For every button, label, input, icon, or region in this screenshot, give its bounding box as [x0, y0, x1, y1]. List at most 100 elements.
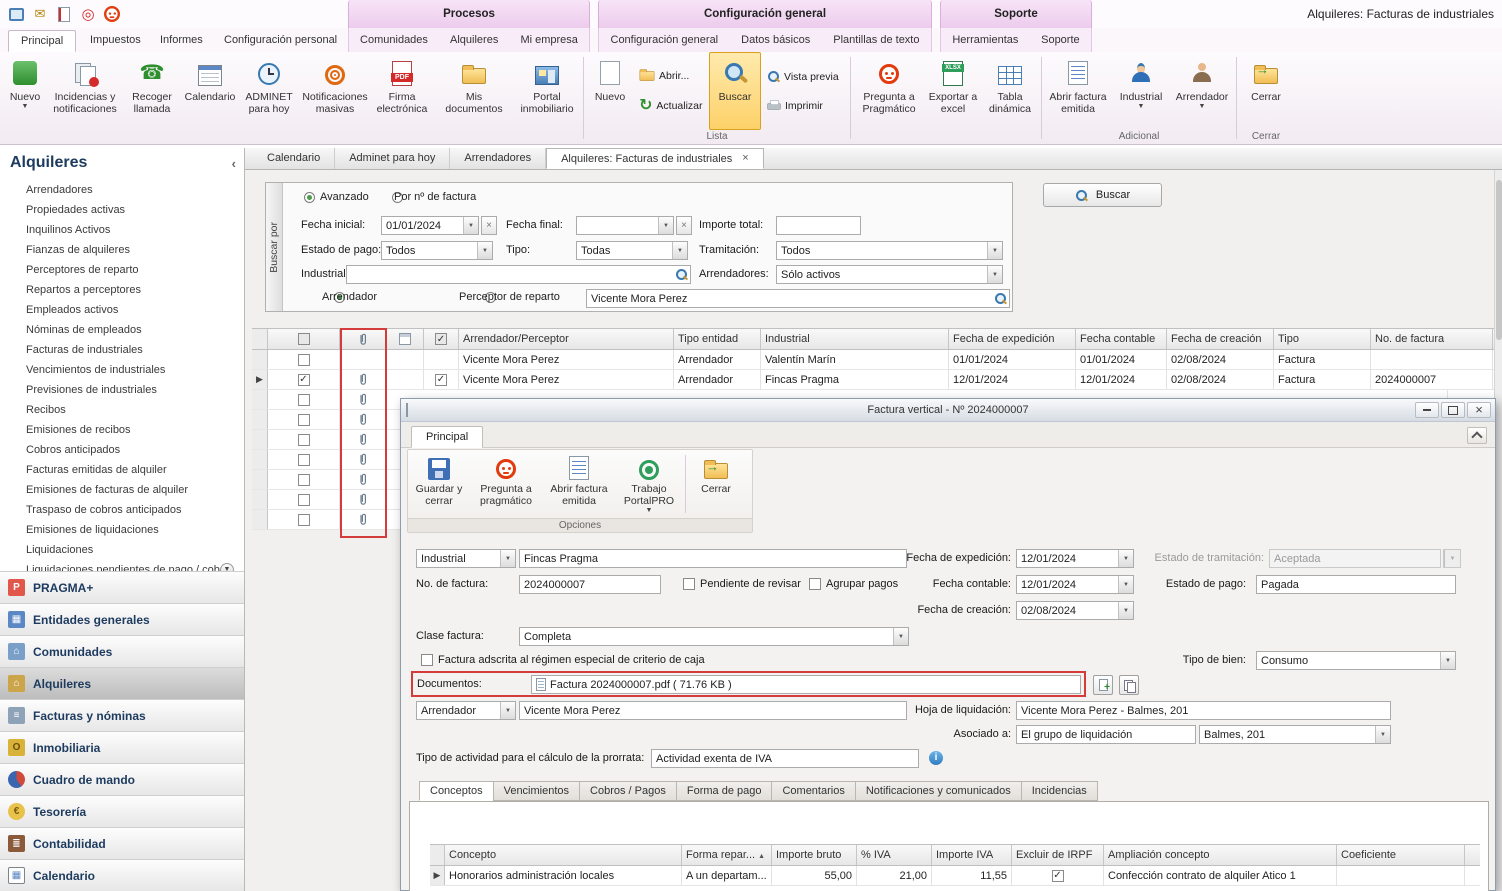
- chevron-down-icon[interactable]: [1375, 726, 1390, 743]
- tipo-select[interactable]: Todas: [576, 241, 688, 260]
- chevron-down-icon[interactable]: [477, 242, 492, 259]
- col-iva[interactable]: % IVA: [857, 845, 932, 865]
- sidebar-item-emisiones-facturas-alquiler[interactable]: Emisiones de facturas de alquiler: [0, 480, 244, 500]
- sidebar-item-perceptores-reparto[interactable]: Perceptores de reparto: [0, 260, 244, 280]
- add-document-button[interactable]: +: [1093, 675, 1113, 695]
- industrial-input[interactable]: [346, 265, 691, 284]
- arrendadores-select[interactable]: Sólo activos: [776, 265, 1003, 284]
- col-industrial[interactable]: Industrial: [761, 329, 949, 349]
- col-fecha-creacion[interactable]: Fecha de creación: [1167, 329, 1274, 349]
- fecha-inicial-input[interactable]: 01/01/2024: [381, 216, 479, 235]
- ribbon-tab-principal[interactable]: Principal: [8, 30, 76, 52]
- clase-factura-select[interactable]: Completa: [519, 627, 909, 646]
- incidencias-notificaciones-button[interactable]: Incidencias y notificaciones: [48, 52, 122, 130]
- tab-vencimientos[interactable]: Vencimientos: [493, 781, 579, 801]
- asociado-direccion-select[interactable]: Balmes, 201: [1199, 725, 1391, 744]
- sidebar-item-cobros-anticipados[interactable]: Cobros anticipados: [0, 440, 244, 460]
- select-all-header[interactable]: [268, 329, 340, 349]
- minimize-button[interactable]: [1415, 402, 1439, 418]
- ribbon-tab-configuracion-general[interactable]: Configuración general: [611, 34, 719, 46]
- ribbon-tab-datos-basicos[interactable]: Datos básicos: [741, 34, 810, 46]
- person-type-select[interactable]: Arrendador: [416, 701, 516, 720]
- estado-pago-select[interactable]: Todos: [381, 241, 493, 260]
- excluir-irpf-checkbox[interactable]: [1052, 870, 1064, 882]
- tab-cobros-pagos[interactable]: Cobros / Pagos: [579, 781, 676, 801]
- sidebar-item-facturas-industriales[interactable]: Facturas de industriales: [0, 340, 244, 360]
- sidebar-item-facturas-emitidas-alquiler[interactable]: Facturas emitidas de alquiler: [0, 460, 244, 480]
- industrial-name-input[interactable]: Fincas Pragma: [519, 549, 907, 568]
- module-comunidades[interactable]: ⌂ Comunidades: [0, 635, 244, 667]
- notificaciones-masivas-button[interactable]: Notificaciones masivas: [300, 52, 370, 130]
- guardar-cerrar-button[interactable]: Guardar y cerrar: [408, 450, 470, 518]
- clear-fecha-inicial-button[interactable]: [481, 216, 497, 235]
- clear-fecha-final-button[interactable]: [676, 216, 692, 235]
- module-contabilidad[interactable]: ≣ Contabilidad: [0, 827, 244, 859]
- mis-documentos-button[interactable]: Mis documentos: [434, 52, 514, 130]
- info-icon[interactable]: [929, 751, 943, 765]
- close-dialog-button[interactable]: [1467, 402, 1491, 418]
- sidebar-item-fianzas[interactable]: Fianzas de alquileres: [0, 240, 244, 260]
- doc-tab-adminet[interactable]: Adminet para hoy: [335, 148, 450, 169]
- industrial-button[interactable]: Industrial▼: [1111, 52, 1171, 130]
- abrir-factura-emitida-button[interactable]: Abrir factura emitida: [1045, 52, 1111, 130]
- sidebar-item-previsiones-industriales[interactable]: Previsiones de industriales: [0, 380, 244, 400]
- maximize-button[interactable]: [1441, 402, 1465, 418]
- search-icon[interactable]: [675, 268, 688, 281]
- chevron-down-icon[interactable]: [1118, 550, 1133, 567]
- collapse-ribbon-icon[interactable]: [1467, 427, 1487, 444]
- tabla-dinamica-button[interactable]: Tabla dinámica: [982, 52, 1038, 130]
- row-checkbox[interactable]: [298, 454, 310, 466]
- sidebar-item-vencimientos-industriales[interactable]: Vencimientos de industriales: [0, 360, 244, 380]
- chevron-down-icon[interactable]: [893, 628, 908, 645]
- module-entidades-generales[interactable]: ▦ Entidades generales: [0, 603, 244, 635]
- nuevo-registro-button[interactable]: Nuevo: [587, 52, 633, 130]
- sidebar-item-inquilinos-activos[interactable]: Inquilinos Activos: [0, 220, 244, 240]
- chevron-down-icon[interactable]: [1118, 576, 1133, 593]
- module-calendario[interactable]: ▦ Calendario: [0, 859, 244, 891]
- close-tab-icon[interactable]: [742, 153, 748, 164]
- module-tesoreria[interactable]: € Tesorería: [0, 795, 244, 827]
- table-row[interactable]: Vicente Mora Perez Arrendador Valentín M…: [252, 350, 1494, 370]
- ribbon-tab-soporte[interactable]: Soporte: [1041, 34, 1080, 46]
- mode-avanzado-radio[interactable]: [304, 192, 315, 203]
- estado-pago-input[interactable]: Pagada: [1256, 575, 1456, 594]
- buscar-button[interactable]: Buscar: [709, 52, 761, 130]
- row-checkbox[interactable]: [298, 394, 310, 406]
- chevron-down-icon[interactable]: [987, 266, 1002, 283]
- sidebar-item-liquidaciones[interactable]: Liquidaciones: [0, 540, 244, 560]
- row-checkbox[interactable]: [298, 414, 310, 426]
- col-fecha-contable[interactable]: Fecha contable: [1076, 329, 1167, 349]
- entity-type-select[interactable]: Industrial: [416, 549, 516, 568]
- cerrar-dialog-button[interactable]: → Cerrar: [689, 450, 743, 518]
- row-checkbox[interactable]: [298, 374, 310, 386]
- col-fecha-expedicion[interactable]: Fecha de expedición: [949, 329, 1076, 349]
- no-factura-input[interactable]: 2024000007: [519, 575, 661, 594]
- chevron-down-icon[interactable]: [500, 702, 515, 719]
- module-pragma[interactable]: P PRAGMA+: [0, 571, 244, 603]
- buscar-action-button[interactable]: Buscar: [1043, 183, 1162, 207]
- vista-previa-button[interactable]: Vista previa: [763, 69, 845, 84]
- tramitacion-select[interactable]: Todos: [776, 241, 1003, 260]
- checked-column-header[interactable]: [424, 329, 459, 349]
- sidebar-item-nominas-empleados[interactable]: Nóminas de empleados: [0, 320, 244, 340]
- chevron-down-icon[interactable]: [463, 217, 478, 234]
- col-no-factura[interactable]: No. de factura: [1371, 329, 1493, 349]
- nuevo-button[interactable]: Nuevo▼: [2, 52, 48, 130]
- ribbon-tab-mi-empresa[interactable]: Mi empresa: [520, 34, 577, 46]
- chevron-down-icon[interactable]: [658, 217, 673, 234]
- row-checkbox[interactable]: [298, 434, 310, 446]
- chevron-down-icon[interactable]: [1118, 602, 1133, 619]
- tab-forma-pago[interactable]: Forma de pago: [676, 781, 772, 801]
- pendiente-revisar-checkbox[interactable]: [683, 578, 695, 590]
- table-row-selected[interactable]: ▶ Vicente Mora Perez Arrendador Fincas P…: [252, 370, 1494, 390]
- ribbon-tab-informes[interactable]: Informes: [148, 30, 215, 52]
- search-icon[interactable]: [994, 292, 1007, 305]
- recoger-llamada-button[interactable]: ☎ Recoger llamada: [122, 52, 182, 130]
- abrir-button[interactable]: Abrir...: [635, 67, 707, 85]
- col-tipo[interactable]: Tipo: [1274, 329, 1371, 349]
- ribbon-tab-comunidades[interactable]: Comunidades: [360, 34, 428, 46]
- module-inmobiliaria[interactable]: O Inmobiliaria: [0, 731, 244, 763]
- chevron-down-icon[interactable]: [1440, 652, 1455, 669]
- row-verified-checkbox[interactable]: [435, 374, 447, 386]
- row-checkbox[interactable]: [298, 354, 310, 366]
